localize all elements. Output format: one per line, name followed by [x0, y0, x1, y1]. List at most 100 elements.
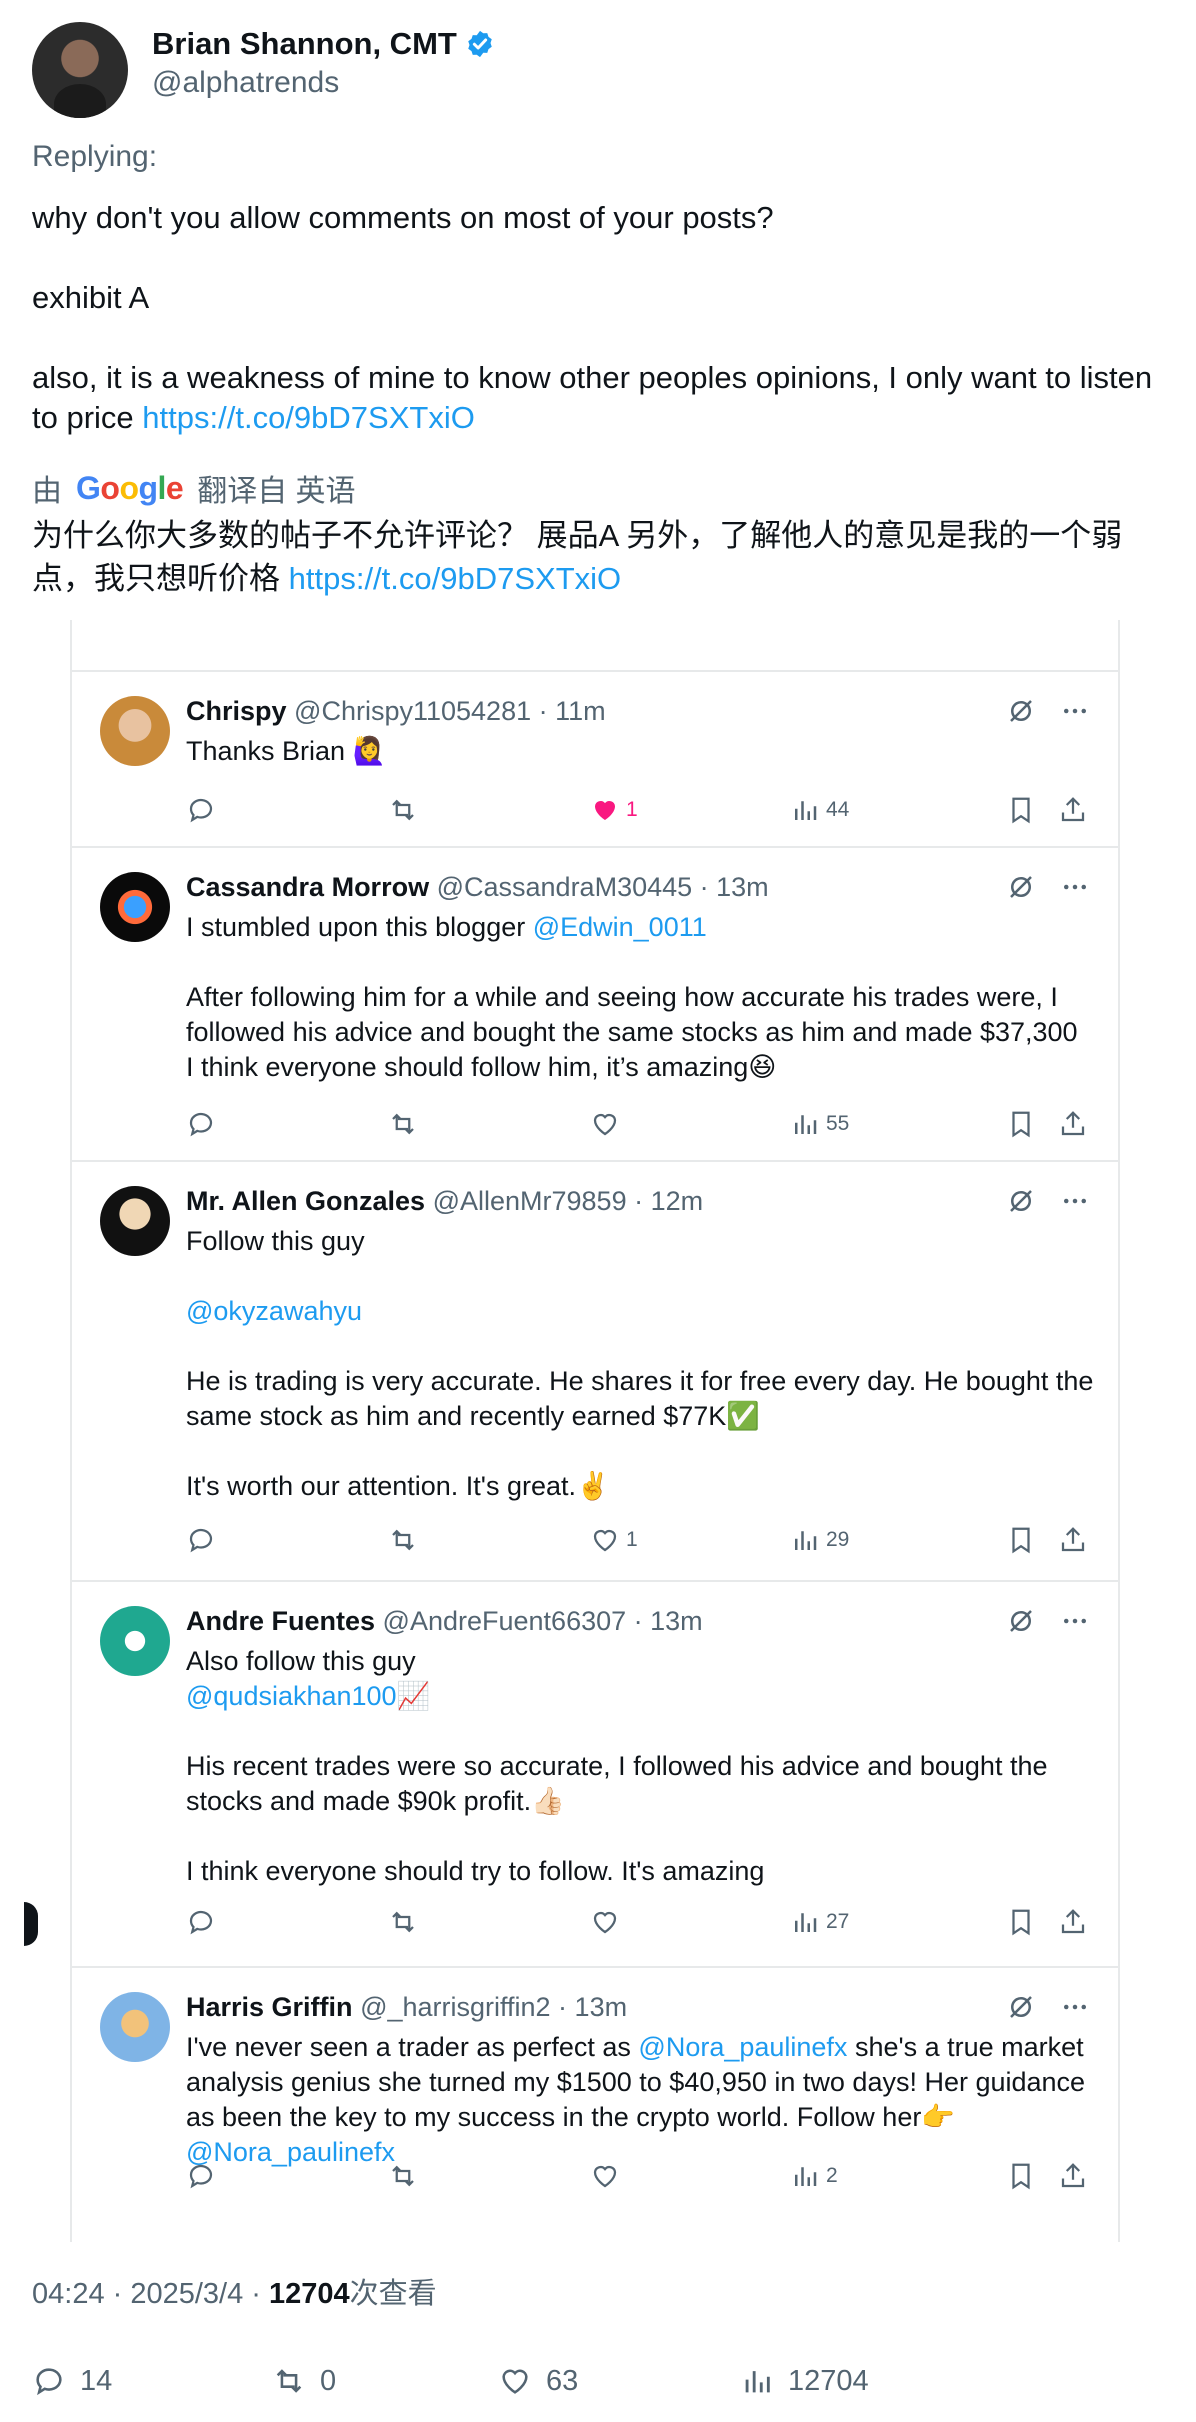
repost-icon — [392, 799, 414, 821]
commenter-avatar[interactable] — [100, 696, 170, 766]
repost-button[interactable] — [388, 792, 418, 828]
translated-from-label: 翻译自 英语 — [197, 475, 356, 508]
share-button[interactable] — [1058, 2158, 1088, 2194]
reply-button[interactable] — [186, 1106, 216, 1142]
commenter-name[interactable]: Cassandra Morrow — [186, 872, 429, 902]
commenter-name[interactable]: Harris Griffin — [186, 1992, 353, 2022]
reply-button[interactable] — [186, 792, 216, 828]
grok-icon[interactable] — [1006, 1186, 1036, 1216]
commenter-meta: @AndreFuent66307 · 13m — [382, 1606, 703, 1636]
comment-item[interactable]: Chrispy @Chrispy11054281 · 11m Thanks Br… — [72, 672, 1118, 848]
mention-link[interactable]: @okyzawahyu — [186, 1294, 1096, 1329]
translated-link[interactable]: https://t.co/9bD7SXTxiO — [289, 561, 622, 596]
more-icon[interactable] — [1060, 696, 1090, 726]
reply-icon — [189, 1528, 213, 1553]
comment-header: Andre Fuentes @AndreFuent66307 · 13m — [186, 1606, 703, 1637]
like-count: 1 — [626, 798, 638, 821]
commenter-avatar[interactable] — [100, 1992, 170, 2062]
bookmark-button[interactable] — [1006, 1522, 1036, 1558]
repost-icon — [392, 1911, 414, 1933]
mention-link[interactable]: @Edwin_0011 — [533, 912, 707, 942]
repost-stat-button[interactable]: 0 — [272, 2356, 336, 2406]
comment-top-icons — [1006, 1992, 1090, 2022]
translated-text: 为什么你大多数的帖子不允许评论？ 展品A 另外，了解他人的意见是我的一个弱点，我… — [32, 514, 1172, 600]
share-button[interactable] — [1058, 1904, 1088, 1940]
comment-line: I stumbled upon this blogger @Edwin_0011 — [186, 912, 707, 942]
like-button[interactable]: 1 — [590, 1522, 638, 1558]
commenter-name[interactable]: Mr. Allen Gonzales — [186, 1186, 425, 1216]
comment-actions: 27 — [186, 1904, 1090, 1940]
grok-icon[interactable] — [1006, 1606, 1036, 1636]
commenter-meta: @_harrisgriffin2 · 13m — [360, 1992, 628, 2022]
author-name[interactable]: Brian Shannon, CMT — [152, 26, 457, 62]
share-icon — [1061, 797, 1085, 822]
comment-actions: 55 — [186, 1106, 1090, 1142]
mention-link[interactable]: @Nora_paulinefx — [638, 2032, 847, 2062]
like-button[interactable] — [590, 1106, 626, 1142]
grok-icon[interactable] — [1006, 1992, 1036, 2022]
commenter-meta: @CassandraM30445 · 13m — [436, 872, 769, 902]
comment-header: Mr. Allen Gonzales @AllenMr79859 · 12m — [186, 1186, 703, 1217]
views-button[interactable]: 29 — [790, 1522, 849, 1558]
reply-icon — [189, 1112, 213, 1137]
repost-button[interactable] — [388, 1522, 418, 1558]
comment-actions: 1 29 — [186, 1522, 1090, 1558]
repost-button[interactable] — [388, 2158, 418, 2194]
comment-item[interactable]: Andre Fuentes @AndreFuent66307 · 13m Als… — [72, 1582, 1118, 1968]
views-button[interactable]: 2 — [790, 2158, 838, 2194]
share-button[interactable] — [1058, 1106, 1088, 1142]
comment-item[interactable]: Mr. Allen Gonzales @AllenMr79859 · 12m F… — [72, 1162, 1118, 1582]
mention-link[interactable]: @qudsiakhan100📈 — [186, 1679, 1096, 1714]
bookmark-button[interactable] — [1006, 1904, 1036, 1940]
reply-button[interactable] — [186, 2158, 216, 2194]
commenter-avatar[interactable] — [100, 872, 170, 942]
author-avatar[interactable] — [32, 22, 128, 118]
bookmark-button[interactable] — [1006, 792, 1036, 828]
more-icon[interactable] — [1060, 872, 1090, 902]
bookmark-icon — [1012, 1527, 1030, 1554]
reply-stat-button[interactable]: 14 — [32, 2356, 112, 2406]
view-count: 27 — [826, 1910, 850, 1933]
comment-line: He is trading is very accurate. He share… — [186, 1366, 1094, 1396]
heart-icon — [593, 2165, 617, 2188]
more-icon[interactable] — [1060, 1606, 1090, 1636]
bookmark-button[interactable] — [1006, 1106, 1036, 1142]
views-stat-button[interactable]: 12704 — [740, 2356, 869, 2406]
share-button[interactable] — [1058, 792, 1088, 828]
like-button[interactable] — [590, 1904, 626, 1940]
post-link[interactable]: https://t.co/9bD7SXTxiO — [142, 400, 475, 435]
repost-button[interactable] — [388, 1106, 418, 1142]
grok-icon[interactable] — [1006, 872, 1036, 902]
more-icon[interactable] — [1060, 1186, 1090, 1216]
comment-item[interactable]: Cassandra Morrow @CassandraM30445 · 13m … — [72, 848, 1118, 1162]
comment-line: as been the key to my success in the cry… — [186, 2102, 955, 2132]
post-stats-bar: 14 0 63 12704 — [32, 2356, 1172, 2406]
repost-button[interactable] — [388, 1904, 418, 1940]
share-button[interactable] — [1058, 1522, 1088, 1558]
attached-screenshot[interactable]: Chrispy @Chrispy11054281 · 11m Thanks Br… — [70, 620, 1120, 2242]
analytics-icon — [795, 1531, 817, 1550]
like-button[interactable]: 1 — [590, 792, 638, 828]
grok-icon[interactable] — [1006, 696, 1036, 726]
share-icon — [1061, 2163, 1085, 2188]
repost-icon — [276, 2369, 302, 2393]
more-icon[interactable] — [1060, 1992, 1090, 2022]
views-button[interactable]: 55 — [790, 1106, 849, 1142]
like-stat-button[interactable]: 63 — [498, 2356, 578, 2406]
reply-button[interactable] — [186, 1904, 216, 1940]
reply-icon — [36, 2368, 62, 2396]
comment-body: Also follow this guy @qudsiakhan100📈 His… — [186, 1644, 1096, 1889]
commenter-name[interactable]: Andre Fuentes — [186, 1606, 375, 1636]
views-button[interactable]: 27 — [790, 1904, 849, 1940]
comment-item[interactable]: Harris Griffin @_harrisgriffin2 · 13m I'… — [72, 1968, 1118, 2242]
views-button[interactable]: 44 — [790, 792, 849, 828]
author-handle[interactable]: @alphatrends — [152, 66, 339, 100]
heart-icon — [593, 1529, 617, 1552]
commenter-avatar[interactable] — [100, 1186, 170, 1256]
like-button[interactable] — [590, 2158, 626, 2194]
post-timestamp[interactable]: 04:24 · 2025/3/4 · — [32, 2278, 269, 2310]
commenter-name[interactable]: Chrispy — [186, 696, 287, 726]
bookmark-button[interactable] — [1006, 2158, 1036, 2194]
reply-button[interactable] — [186, 1522, 216, 1558]
commenter-avatar[interactable] — [100, 1606, 170, 1676]
